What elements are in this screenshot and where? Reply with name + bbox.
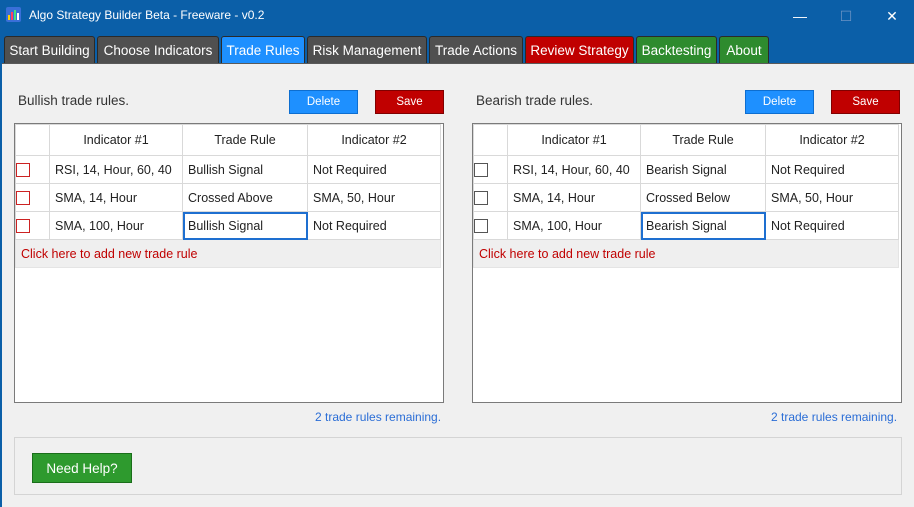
app-window: Algo Strategy Builder Beta - Freeware - … [0,0,914,507]
tab-backtesting[interactable]: Backtesting [636,36,717,63]
bearish-rules-grid: Indicator #1 Trade Rule Indicator #2 RSI… [472,123,902,403]
bullish-save-button[interactable]: Save [375,90,444,114]
bearish-delete-button[interactable]: Delete [745,90,814,114]
add-rule-row[interactable]: Click here to add new trade rule [15,239,441,268]
trade-rule-cell[interactable]: Bullish Signal [182,211,308,240]
indicator-2-cell[interactable]: SMA, 50, Hour [765,183,899,212]
table-row: RSI, 14, Hour, 60, 40 Bullish Signal Not… [15,155,441,184]
bullish-remaining: 2 trade rules remaining. [315,410,442,424]
tab-trade-actions[interactable]: Trade Actions [429,36,523,63]
trade-rules-page: Bullish trade rules. Delete Save Indicat… [2,63,914,507]
header-trade-rule: Trade Rule [182,124,308,156]
tab-choose-indicators[interactable]: Choose Indicators [97,36,219,63]
window-title: Algo Strategy Builder Beta - Freeware - … [29,8,265,22]
bullish-delete-button[interactable]: Delete [289,90,358,114]
close-button[interactable]: ✕ [869,1,914,31]
trade-rule-cell[interactable]: Bearish Signal [640,155,766,184]
header-indicator-1: Indicator #1 [507,124,641,156]
row-checkbox[interactable] [16,218,30,233]
indicator-2-cell[interactable]: Not Required [307,211,441,240]
table-row: RSI, 14, Hour, 60, 40 Bearish Signal Not… [473,155,899,184]
tab-about[interactable]: About [719,36,769,63]
row-checkbox[interactable] [474,162,488,177]
row-checkbox[interactable] [474,190,488,205]
bearish-save-button[interactable]: Save [831,90,900,114]
indicator-1-cell[interactable]: SMA, 14, Hour [507,183,641,212]
tab-risk-management[interactable]: Risk Management [307,36,427,63]
header-select [15,124,50,156]
table-row: SMA, 100, Hour Bullish Signal Not Requir… [15,211,441,240]
minimize-button[interactable]: — [777,1,823,31]
bullish-title: Bullish trade rules. [18,93,130,108]
tab-trade-rules[interactable]: Trade Rules [221,36,305,63]
add-rule-link[interactable]: Click here to add new trade rule [473,239,899,268]
row-checkbox[interactable] [16,162,30,177]
header-trade-rule: Trade Rule [640,124,766,156]
grid-header-row: Indicator #1 Trade Rule Indicator #2 [473,124,899,156]
indicator-2-cell[interactable]: Not Required [307,155,441,184]
help-panel: Need Help? [14,437,902,495]
header-select [473,124,508,156]
need-help-button[interactable]: Need Help? [32,453,132,483]
table-row: SMA, 14, Hour Crossed Above SMA, 50, Hou… [15,183,441,212]
bearish-remaining: 2 trade rules remaining. [771,410,898,424]
indicator-1-cell[interactable]: SMA, 100, Hour [507,211,641,240]
indicator-1-cell[interactable]: RSI, 14, Hour, 60, 40 [49,155,183,184]
row-checkbox[interactable] [16,190,30,205]
trade-rule-cell[interactable]: Bearish Signal [640,211,766,240]
table-row: SMA, 100, Hour Bearish Signal Not Requir… [473,211,899,240]
add-rule-row[interactable]: Click here to add new trade rule [473,239,899,268]
tab-start-building[interactable]: Start Building [4,36,95,63]
header-indicator-2: Indicator #2 [307,124,441,156]
header-indicator-1: Indicator #1 [49,124,183,156]
trade-rule-cell[interactable]: Crossed Above [182,183,308,212]
indicator-2-cell[interactable]: Not Required [765,155,899,184]
add-rule-link[interactable]: Click here to add new trade rule [15,239,441,268]
tab-bar: Start Building Choose Indicators Trade R… [1,31,914,63]
bullish-rules-grid: Indicator #1 Trade Rule Indicator #2 RSI… [14,123,444,403]
indicator-2-cell[interactable]: Not Required [765,211,899,240]
bearish-title: Bearish trade rules. [476,93,594,108]
indicator-2-cell[interactable]: SMA, 50, Hour [307,183,441,212]
trade-rule-cell[interactable]: Bullish Signal [182,155,308,184]
indicator-1-cell[interactable]: SMA, 100, Hour [49,211,183,240]
header-indicator-2: Indicator #2 [765,124,899,156]
title-bar: Algo Strategy Builder Beta - Freeware - … [1,1,914,31]
table-row: SMA, 14, Hour Crossed Below SMA, 50, Hou… [473,183,899,212]
row-checkbox[interactable] [474,218,488,233]
indicator-1-cell[interactable]: SMA, 14, Hour [49,183,183,212]
trade-rule-cell[interactable]: Crossed Below [640,183,766,212]
grid-header-row: Indicator #1 Trade Rule Indicator #2 [15,124,441,156]
app-logo-icon [6,7,21,22]
tab-review-strategy[interactable]: Review Strategy [525,36,634,63]
maximize-button[interactable]: ☐ [823,1,869,31]
indicator-1-cell[interactable]: RSI, 14, Hour, 60, 40 [507,155,641,184]
